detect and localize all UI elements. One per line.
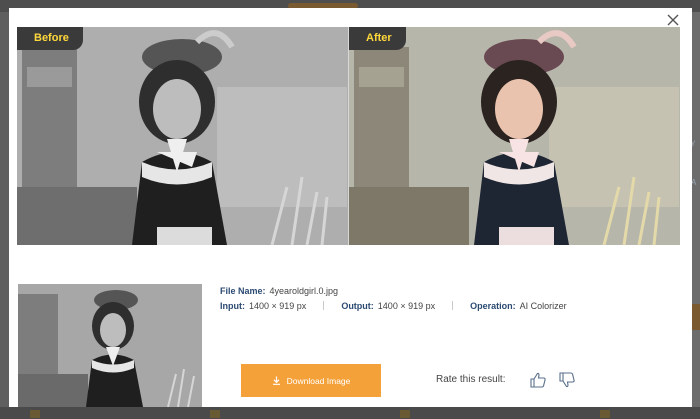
file-dimensions-row: Input: 1400 × 919 px Output: 1400 × 919 … (220, 298, 567, 313)
input-value: 1400 × 919 px (249, 300, 307, 311)
thumbs-down-icon (559, 372, 575, 388)
before-after-comparison[interactable]: Before After (17, 27, 680, 245)
input-label: Input: (220, 300, 245, 311)
output-value: 1400 × 919 px (377, 300, 436, 311)
output-label: Output: (341, 300, 374, 311)
thumbs-up-icon (530, 372, 546, 388)
operation-value: AI Colorizer (519, 300, 567, 311)
background-bottom-mark (600, 410, 610, 418)
info-separator (323, 301, 325, 310)
operation-label: Operation: (470, 300, 516, 311)
info-separator (452, 301, 454, 310)
after-image: After (349, 27, 680, 245)
file-info: File Name: 4yearoldgirl.0.jpg Input: 140… (220, 283, 567, 313)
rate-label: Rate this result: (436, 374, 506, 385)
file-name-label: File Name: (220, 285, 266, 296)
thumbs-up-button[interactable] (529, 371, 547, 389)
background-bottom-mark (210, 410, 220, 418)
background-bottom-strip (0, 407, 700, 419)
background-bottom-mark (30, 410, 40, 418)
download-button[interactable]: Download Image (241, 364, 381, 397)
download-icon (272, 376, 280, 385)
background-bottom-mark (400, 410, 410, 418)
after-tag: After (349, 27, 406, 50)
original-thumbnail (18, 284, 202, 407)
before-tag: Before (17, 27, 83, 50)
close-icon (667, 14, 679, 26)
file-name-value: 4yearoldgirl.0.jpg (269, 285, 339, 296)
file-name-row: File Name: 4yearoldgirl.0.jpg (220, 283, 567, 298)
close-button[interactable] (665, 12, 681, 28)
download-button-label: Download Image (286, 375, 351, 386)
before-image: Before (17, 27, 348, 245)
result-modal: Before After File Name: 4yearoldgirl.0.j… (9, 8, 692, 407)
thumbs-down-button[interactable] (558, 371, 576, 389)
